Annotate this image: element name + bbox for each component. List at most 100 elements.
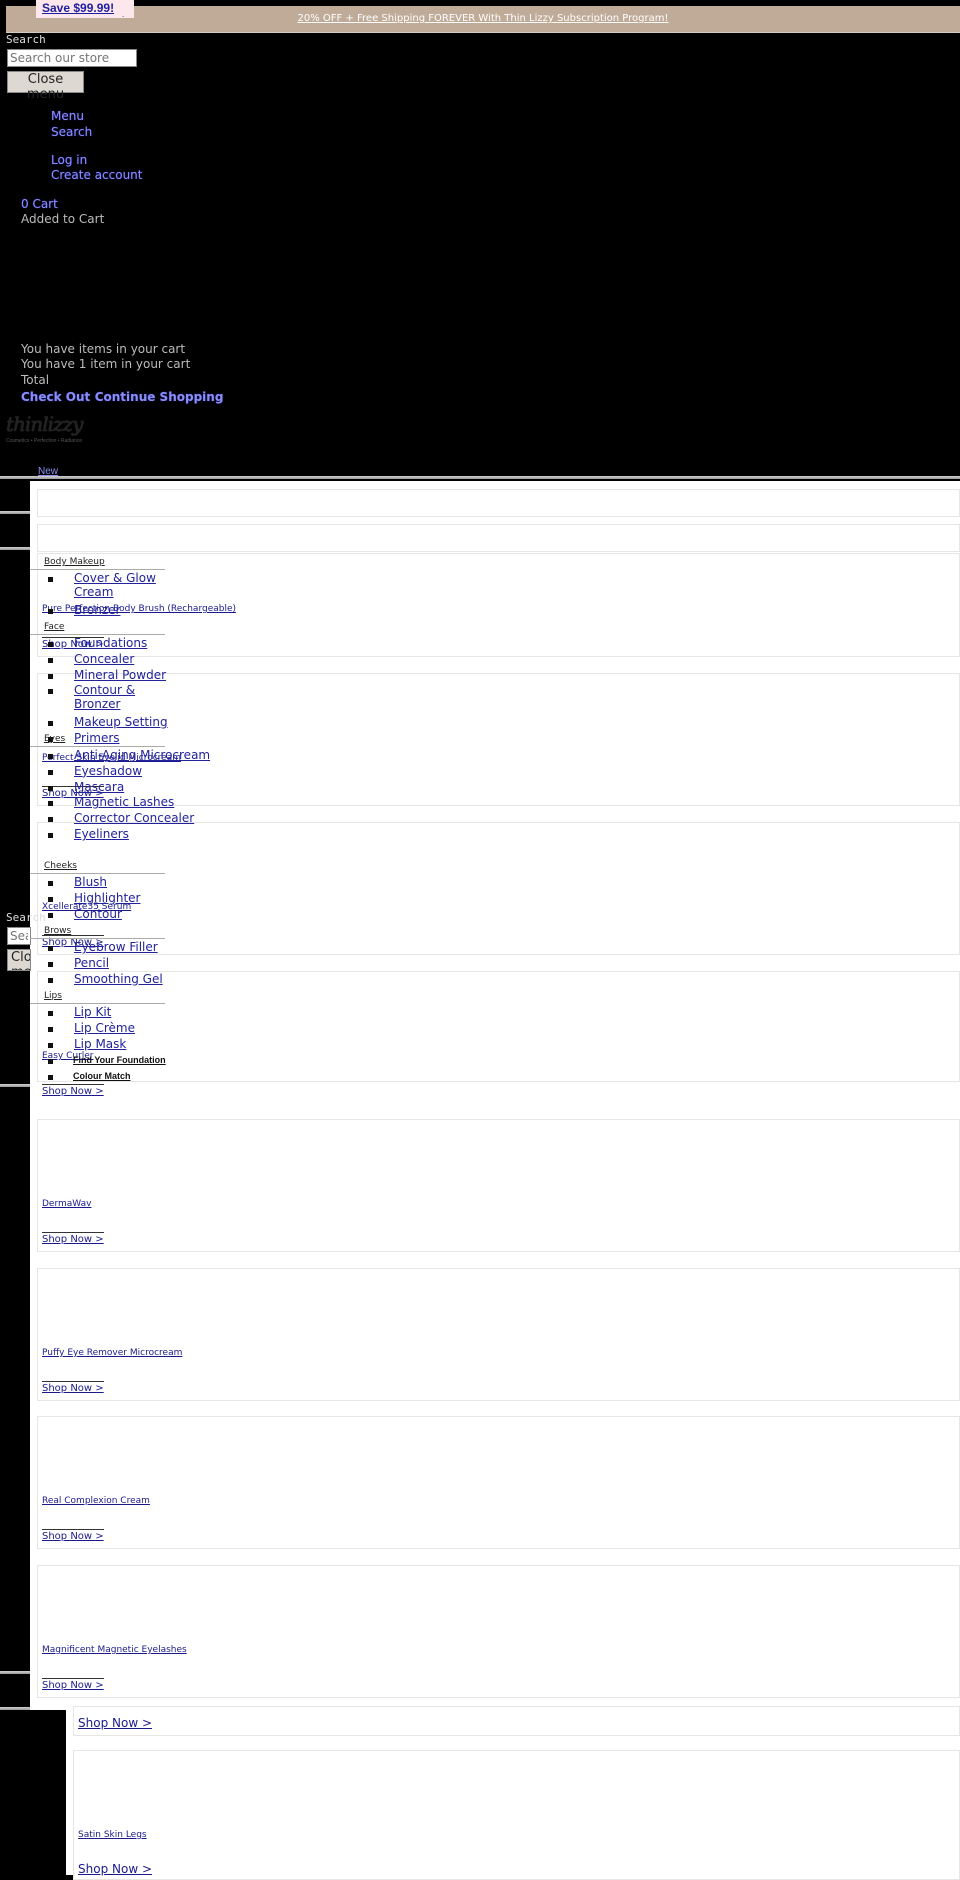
mega-menu-item[interactable]: Pencil	[74, 956, 109, 970]
product-card	[73, 1706, 960, 1736]
shop-now-link[interactable]: Shop Now >	[42, 1381, 104, 1394]
bullet-icon	[48, 1011, 53, 1016]
bullet-icon	[48, 817, 53, 823]
mega-menu-item[interactable]: Cover & Glow Cream	[74, 571, 174, 599]
product-title[interactable]: DermaWav	[42, 1199, 91, 1209]
cart-link[interactable]: 0 Cart	[21, 197, 58, 211]
bullet-icon	[48, 785, 53, 791]
mega-menu-item[interactable]: Contour	[74, 907, 122, 921]
mega-menu-item[interactable]: Lip Mask	[74, 1037, 126, 1051]
mega-menu-item[interactable]: Magnetic Lashes	[74, 795, 174, 809]
bullet-icon	[48, 754, 53, 759]
divider-line	[0, 547, 30, 550]
mega-menu-item[interactable]: Eyeshadow	[74, 764, 142, 778]
mega-menu-category[interactable]: Face	[44, 622, 64, 632]
product-title[interactable]: Satin Skin Legs	[78, 1830, 147, 1840]
mega-menu-item[interactable]: Mascara	[74, 780, 124, 794]
mega-menu-category[interactable]: Lips	[44, 991, 62, 1001]
bullet-icon	[48, 977, 53, 983]
mega-menu-category[interactable]: Cheeks	[44, 861, 77, 871]
bullet-icon	[48, 833, 53, 838]
continue-shopping-button[interactable]: Continue Shopping	[95, 390, 224, 404]
shop-now-link[interactable]: Shop Now >	[42, 1084, 104, 1097]
cart-one-item-text: You have 1 item in your cart	[21, 357, 191, 371]
mega-menu-item[interactable]: Eyebrow Filler	[74, 940, 158, 954]
bullet-icon	[48, 1042, 53, 1048]
shop-now-link[interactable]: Shop Now >	[42, 1529, 104, 1542]
category-divider	[30, 746, 165, 747]
mega-menu-item[interactable]: Eyeliners	[74, 827, 129, 841]
product-title[interactable]: Real Complexion Cream	[42, 1496, 150, 1506]
ghost-close-menu-button[interactable]: Close menu	[7, 949, 31, 971]
bullet-icon	[48, 912, 53, 918]
mega-menu-item[interactable]: Primers	[74, 731, 120, 745]
mega-menu-item[interactable]: Contour & Bronzer	[74, 683, 174, 711]
shop-now-link[interactable]: Shop Now >	[42, 1678, 104, 1691]
mega-menu-item[interactable]: Makeup Setting	[74, 715, 168, 729]
product-card	[37, 1565, 960, 1698]
category-divider	[30, 1003, 165, 1004]
product-card	[37, 1268, 960, 1401]
mega-menu-extra-link[interactable]: Colour Match	[73, 1071, 131, 1081]
close-menu-button[interactable]: Close menu	[7, 71, 84, 102]
empty-card	[37, 489, 960, 517]
cart-items-text: You have items in your cart	[21, 342, 186, 356]
bullet-icon	[48, 608, 53, 614]
ghost-search-label: Search	[6, 911, 46, 924]
check-out-button[interactable]: Check Out	[21, 390, 90, 404]
mega-menu-item[interactable]: Bronzer	[74, 603, 120, 617]
search-label: Search	[6, 33, 46, 46]
mega-menu-item[interactable]: Highlighter	[74, 891, 141, 905]
mega-menu-item[interactable]: Corrector Concealer	[74, 811, 194, 825]
shop-now-link[interactable]: Shop Now >	[78, 1716, 152, 1730]
bullet-icon	[48, 673, 53, 679]
category-divider	[30, 873, 165, 874]
bullet-icon	[48, 961, 53, 967]
mega-menu-extra-link[interactable]: Find Your Foundation	[73, 1055, 166, 1065]
nav-divider	[0, 476, 960, 479]
divider-line	[0, 511, 30, 514]
product-card	[37, 1416, 960, 1549]
mega-menu-item[interactable]: Lip Crème	[74, 1021, 135, 1035]
menu-link[interactable]: Menu	[51, 109, 84, 123]
left-dark-strip	[0, 1710, 66, 1875]
bullet-icon	[48, 769, 53, 775]
bullet-icon	[48, 946, 53, 951]
mega-menu-category[interactable]: Body Makeup	[44, 557, 105, 567]
save-badge-link[interactable]: Save $99.99!	[42, 1, 114, 15]
shop-now-link[interactable]: Shop Now >	[78, 1862, 152, 1876]
mega-menu-item[interactable]: Concealer	[74, 652, 134, 666]
category-divider	[30, 634, 165, 635]
product-card	[37, 971, 960, 1082]
divider-line	[0, 1671, 30, 1674]
product-title[interactable]: Pure Perfection Body Brush (Rechargeable…	[42, 604, 236, 614]
logo[interactable]: thinlizzy Cosmetics • Perfection • Radia…	[6, 412, 106, 452]
mega-menu-item[interactable]: Blush	[74, 875, 107, 889]
search-input[interactable]	[7, 49, 137, 67]
product-card	[37, 822, 960, 955]
mega-menu-item[interactable]: Lip Kit	[74, 1005, 111, 1019]
product-title[interactable]: Puffy Eye Remover Microcream	[42, 1348, 182, 1358]
mega-menu-item[interactable]: Anti-Aging Microcream	[74, 748, 210, 762]
create-account-link[interactable]: Create account	[51, 168, 143, 182]
log-in-link[interactable]: Log in	[51, 153, 87, 167]
mega-menu-category[interactable]: Eyes	[44, 734, 65, 744]
product-card	[37, 1119, 960, 1252]
product-title[interactable]: Magnificent Magnetic Eyelashes	[42, 1645, 187, 1655]
ghost-search-input[interactable]	[7, 927, 31, 945]
save-badge[interactable]: Save $99.99!	[36, 0, 134, 18]
bullet-icon	[48, 721, 53, 726]
logo-tagline: Cosmetics • Perfection • Radiance	[6, 438, 83, 444]
product-card	[73, 1750, 960, 1880]
promo-link[interactable]: 20% OFF + Free Shipping FOREVER With Thi…	[298, 13, 669, 24]
mega-menu-item[interactable]: Foundations	[74, 636, 147, 650]
added-to-cart-text: Added to Cart	[21, 212, 105, 226]
bullet-icon	[48, 1026, 53, 1032]
shop-now-link[interactable]: Shop Now >	[42, 1232, 104, 1245]
mega-menu-item[interactable]: Smoothing Gel	[74, 972, 163, 986]
product-card	[37, 673, 960, 806]
mega-menu-category[interactable]: Brows	[44, 926, 71, 936]
bullet-icon	[48, 1075, 53, 1080]
mega-menu-item[interactable]: Mineral Powder	[74, 668, 166, 682]
search-link[interactable]: Search	[51, 125, 92, 139]
